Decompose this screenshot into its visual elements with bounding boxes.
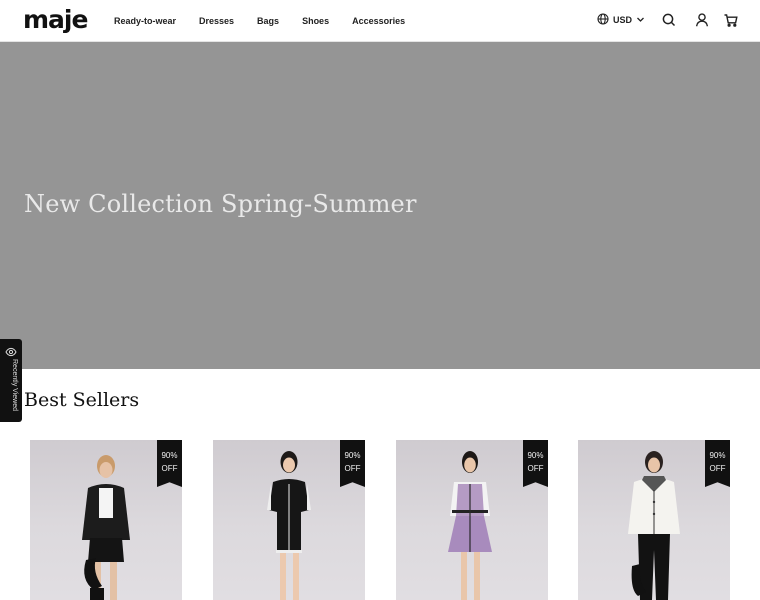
badge-off: OFF xyxy=(344,464,361,473)
nav-accessories[interactable]: Accessories xyxy=(352,16,405,26)
product-grid: 90% OFF 90% OFF 90% OFF 90% OFF xyxy=(0,440,760,600)
discount-badge: 90% OFF xyxy=(523,440,548,487)
cart-icon[interactable] xyxy=(723,12,739,28)
product-card[interactable]: 90% OFF xyxy=(30,440,182,600)
badge-percent: 90% xyxy=(709,451,726,460)
product-card[interactable]: 90% OFF xyxy=(396,440,548,600)
badge-percent: 90% xyxy=(161,451,178,460)
badge-off: OFF xyxy=(527,464,544,473)
discount-badge: 90% OFF xyxy=(340,440,365,487)
badge-percent: 90% xyxy=(527,451,544,460)
badge-percent: 90% xyxy=(344,451,361,460)
main-nav: Ready-to-wear Dresses Bags Shoes Accesso… xyxy=(114,0,428,42)
search-icon[interactable] xyxy=(661,12,677,28)
badge-off: OFF xyxy=(161,464,178,473)
eye-icon xyxy=(5,345,17,357)
recently-viewed-tab[interactable]: Recently Viewed xyxy=(0,339,22,422)
nav-ready-to-wear[interactable]: Ready-to-wear xyxy=(114,16,176,26)
nav-dresses[interactable]: Dresses xyxy=(199,16,234,26)
best-sellers-title: Best Sellers xyxy=(24,389,140,411)
account-icon[interactable] xyxy=(694,12,710,28)
hero-banner[interactable]: New Collection Spring-Summer xyxy=(0,42,760,369)
chevron-down-icon xyxy=(636,15,645,26)
product-card[interactable]: 90% OFF xyxy=(213,440,365,600)
hero-title: New Collection Spring-Summer xyxy=(24,190,417,218)
discount-badge: 90% OFF xyxy=(157,440,182,487)
site-header: maje Ready-to-wear Dresses Bags Shoes Ac… xyxy=(0,0,760,42)
discount-badge: 90% OFF xyxy=(705,440,730,487)
product-card[interactable]: 90% OFF xyxy=(578,440,730,600)
globe-icon xyxy=(597,13,609,27)
nav-shoes[interactable]: Shoes xyxy=(302,16,329,26)
badge-off: OFF xyxy=(709,464,726,473)
maje-logo[interactable]: maje xyxy=(23,7,88,33)
recently-viewed-label: Recently Viewed xyxy=(11,359,18,412)
currency-selector[interactable]: USD xyxy=(597,13,645,27)
currency-label: USD xyxy=(613,15,633,25)
nav-bags[interactable]: Bags xyxy=(257,16,279,26)
